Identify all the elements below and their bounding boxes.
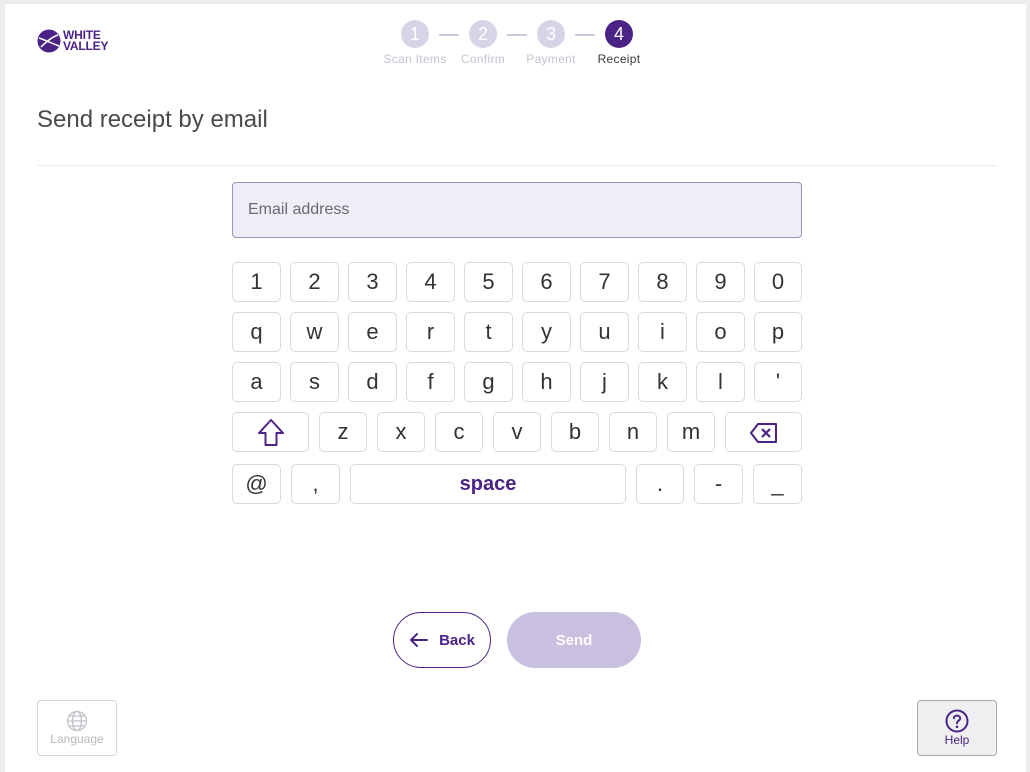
language-button[interactable]: Language [37, 700, 117, 756]
step-scan-items: 1 Scan Items [380, 20, 450, 66]
send-button[interactable]: Send [507, 612, 641, 668]
step-label: Receipt [597, 52, 641, 66]
key-b[interactable]: b [551, 412, 599, 452]
key-7[interactable]: 7 [580, 262, 629, 302]
key-l[interactable]: l [696, 362, 745, 402]
key-t[interactable]: t [464, 312, 513, 352]
key-a[interactable]: a [232, 362, 281, 402]
shift-arrow-icon [257, 419, 284, 446]
key-comma[interactable]: , [291, 464, 340, 504]
key-n[interactable]: n [609, 412, 657, 452]
key-v[interactable]: v [493, 412, 541, 452]
key-k[interactable]: k [638, 362, 687, 402]
key-e[interactable]: e [348, 312, 397, 352]
key-period[interactable]: . [636, 464, 684, 504]
step-number: 3 [537, 20, 565, 48]
key-w[interactable]: w [290, 312, 339, 352]
key-p[interactable]: p [754, 312, 802, 352]
globe-icon [66, 710, 88, 732]
step-payment: 3 Payment [516, 20, 586, 66]
key-x[interactable]: x [377, 412, 425, 452]
key-f[interactable]: f [406, 362, 455, 402]
key-q[interactable]: q [232, 312, 281, 352]
key-6[interactable]: 6 [522, 262, 571, 302]
step-label: Confirm [460, 52, 506, 66]
key-j[interactable]: j [580, 362, 629, 402]
key-at[interactable]: @ [232, 464, 281, 504]
language-label: Language [50, 732, 104, 746]
shift-key[interactable] [232, 412, 309, 452]
back-button-label: Back [439, 631, 475, 649]
key-u[interactable]: u [580, 312, 629, 352]
space-key[interactable]: space [350, 464, 626, 504]
step-label: Payment [526, 52, 576, 66]
send-button-label: Send [555, 631, 593, 649]
key-o[interactable]: o [696, 312, 745, 352]
help-button[interactable]: Help [917, 700, 997, 756]
key-g[interactable]: g [464, 362, 513, 402]
key-hyphen[interactable]: - [694, 464, 743, 504]
key-3[interactable]: 3 [348, 262, 397, 302]
email-input[interactable] [232, 182, 802, 238]
step-number: 4 [605, 20, 633, 48]
step-label: Scan Items [383, 52, 447, 66]
progress-stepper: 1 Scan Items 2 Confirm 3 Payment 4 Recei… [0, 20, 1030, 70]
step-number: 2 [469, 20, 497, 48]
key-s[interactable]: s [290, 362, 339, 402]
key-0[interactable]: 0 [754, 262, 802, 302]
key-8[interactable]: 8 [638, 262, 687, 302]
page-title: Send receipt by email [37, 106, 268, 133]
key-5[interactable]: 5 [464, 262, 513, 302]
key-d[interactable]: d [348, 362, 397, 402]
key-9[interactable]: 9 [696, 262, 745, 302]
key-i[interactable]: i [638, 312, 687, 352]
key-1[interactable]: 1 [232, 262, 281, 302]
help-label: Help [944, 733, 970, 747]
key-4[interactable]: 4 [406, 262, 455, 302]
key-underscore[interactable]: _ [753, 464, 802, 504]
step-confirm: 2 Confirm [448, 20, 518, 66]
question-circle-icon [945, 709, 969, 733]
backspace-key[interactable] [725, 412, 802, 452]
step-number: 1 [401, 20, 429, 48]
key-c[interactable]: c [435, 412, 483, 452]
arrow-left-icon [410, 633, 429, 647]
key-apostrophe[interactable]: ' [754, 362, 802, 402]
key-y[interactable]: y [522, 312, 571, 352]
key-h[interactable]: h [522, 362, 571, 402]
step-receipt: 4 Receipt [584, 20, 654, 66]
key-m[interactable]: m [667, 412, 715, 452]
key-r[interactable]: r [406, 312, 455, 352]
key-2[interactable]: 2 [290, 262, 339, 302]
divider [37, 165, 997, 166]
backspace-icon [749, 423, 777, 443]
key-z[interactable]: z [319, 412, 367, 452]
back-button[interactable]: Back [393, 612, 491, 668]
